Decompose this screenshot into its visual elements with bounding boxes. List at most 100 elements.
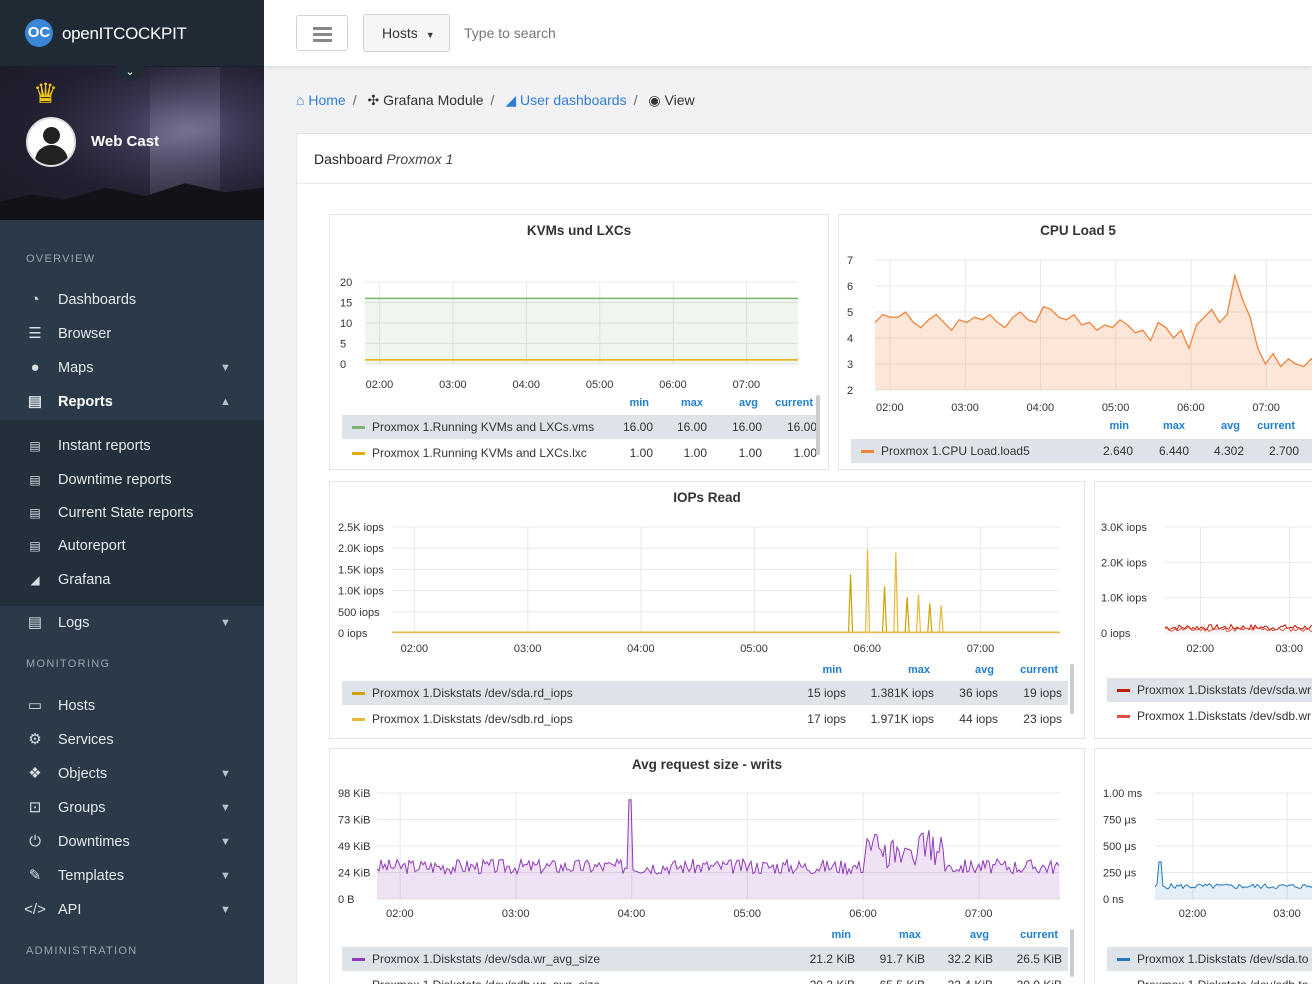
file-icon: ▤	[27, 614, 43, 631]
chart-panel[interactable]: CPU Load 5 7 6 5 4 3 2 02:00 03:00 04:00 05:00 06:0…	[838, 214, 1312, 470]
sidebar-item-reports[interactable]: ▤ Reports ▲	[0, 385, 264, 419]
panel-title: Dashboard Proxmox 1	[297, 134, 1312, 184]
y-tick-label: 6	[847, 281, 853, 293]
sidebar-item-objects[interactable]: ❖ Objects ▼	[0, 757, 264, 791]
breadcrumb-separator: /	[490, 92, 495, 108]
sidebar-item-instant-reports[interactable]: ▤ Instant reports	[0, 429, 264, 463]
file-icon: ▤	[27, 393, 43, 410]
sidebar-item-label: Grafana	[58, 572, 111, 588]
legend-header-avg[interactable]: avg	[970, 929, 989, 941]
legend-row[interactable]: Proxmox 1.Running KVMs and LXCs.vms 16.00…	[342, 415, 818, 439]
file-icon: ▤	[29, 506, 41, 520]
legend-scrollbar[interactable]	[816, 395, 820, 455]
legend-row[interactable]: Proxmox 1.Diskstats /dev/sdb.rd_iops 17 i…	[342, 707, 1068, 731]
user-name[interactable]: Web Cast	[91, 133, 159, 150]
breadcrumb-grafana-label: Grafana Module	[383, 92, 484, 108]
legend-value-max: 1.00	[683, 446, 707, 460]
legend-scrollbar[interactable]	[1070, 664, 1074, 714]
sidebar-item-browser[interactable]: ☰ Browser	[0, 317, 264, 351]
legend-header-current[interactable]: current	[1020, 929, 1058, 941]
legend-header-current[interactable]: current	[1020, 664, 1058, 676]
legend-header-max[interactable]: max	[1163, 420, 1185, 432]
sidebar-item-label: Downtime reports	[58, 472, 172, 488]
list-icon: ☰	[28, 325, 42, 342]
sidebar-item-services[interactable]: ⚙ Services	[0, 723, 264, 757]
legend-header-avg[interactable]: avg	[1221, 420, 1240, 432]
legend-header-min[interactable]: min	[822, 664, 842, 676]
panel-title-label: Dashboard	[314, 151, 383, 167]
sidebar-item-dashboards[interactable]: ◔ Dashboards	[0, 283, 264, 317]
legend-value-min: 15 iops	[807, 686, 846, 700]
sidebar-item-autoreport[interactable]: ▤ Autoreport	[0, 529, 264, 563]
legend-row[interactable]: Proxmox 1.CPU Load.load5 2.640 6.440 4.302 2…	[851, 439, 1312, 463]
legend-header-min[interactable]: min	[629, 397, 649, 409]
sidebar-item-api[interactable]: </> API ▼	[0, 893, 264, 927]
legend-swatch	[352, 452, 365, 455]
sidebar-item-logs[interactable]: ▤ Logs ▼	[0, 606, 264, 640]
x-tick-label: 04:00	[512, 379, 540, 391]
y-tick-label: 3.0K iops	[1101, 522, 1147, 534]
chart-panel[interactable]: 1.00 ms 750 μs 500 μs 250 μs 0 ns 02:00 03:00 P…	[1094, 748, 1312, 984]
chart-panel[interactable]: IOPs Read 2.5K iops 2.0K iops 1.5K iops 1.0K…	[329, 481, 1085, 739]
chart-panel[interactable]: Avg request size - writs 98 KiB 73 KiB 49 K…	[329, 748, 1085, 984]
x-tick-label: 04:00	[627, 643, 655, 655]
breadcrumb-user-dashboards[interactable]: ◢ User dashboards	[505, 92, 626, 108]
y-tick-label: 0	[340, 359, 346, 371]
legend-row[interactable]: Proxmox 1.Diskstats /dev/sda.wr	[1107, 678, 1312, 702]
sidebar-item-label: Reports	[58, 394, 113, 410]
sidebar-item-downtimes[interactable]: ⏻ Downtimes ▼	[0, 825, 264, 859]
menu-toggle-button[interactable]	[296, 15, 348, 51]
sidebar-item-templates[interactable]: ✎ Templates ▼	[0, 859, 264, 893]
brand-bar[interactable]: OC openITCOCKPIT	[0, 0, 264, 67]
sidebar-item-label: Instant reports	[58, 438, 151, 454]
y-tick-label: 2	[847, 385, 853, 397]
search-input[interactable]	[454, 14, 754, 52]
chart-panel[interactable]: 3.0K iops 2.0K iops 1.0K iops 0 iops 02:00 03…	[1094, 481, 1312, 739]
x-tick-label: 06:00	[854, 643, 882, 655]
x-tick-label: 06:00	[659, 379, 687, 391]
legend-header-avg[interactable]: avg	[975, 664, 994, 676]
y-tick-label: 0 ns	[1103, 894, 1124, 906]
legend-scrollbar[interactable]	[1070, 929, 1074, 977]
legend-row[interactable]: Proxmox 1.Diskstats /dev/sdb.wr_avg_size…	[342, 973, 1068, 984]
sidebar-item-maps[interactable]: ● Maps ▼	[0, 351, 264, 385]
x-tick-label: 02:00	[1187, 643, 1215, 655]
legend-header-avg[interactable]: avg	[739, 397, 758, 409]
chevron-down-icon: ▼	[220, 904, 231, 916]
sidebar-item-grafana[interactable]: ◢ Grafana	[0, 563, 264, 597]
breadcrumb-view: ◉ View	[648, 92, 694, 108]
sidebar-item-groups[interactable]: ⊡ Groups ▼	[0, 791, 264, 825]
legend-header-max[interactable]: max	[681, 397, 703, 409]
profile-toggle-chevron-icon[interactable]: ⌄	[116, 61, 144, 81]
series-spike	[881, 586, 888, 633]
sidebar-item-current-state-reports[interactable]: ▤ Current State reports	[0, 496, 264, 530]
x-tick-label: 02:00	[1179, 908, 1207, 920]
x-tick-label: 07:00	[1252, 402, 1280, 414]
legend-value-min: 20.2 KiB	[810, 973, 855, 984]
legend-row[interactable]: Proxmox 1.Running KVMs and LXCs.lxc 1.00 1…	[342, 441, 818, 465]
chart-panel[interactable]: KVMs und LXCs 20 15 10 5 0 02:00 03:00 04:00 05:0…	[329, 214, 829, 470]
legend-row[interactable]: Proxmox 1.Diskstats /dev/sda.rd_iops 15 i…	[342, 681, 1068, 705]
object-group-icon: ⊡	[28, 799, 42, 816]
sidebar-item-hosts[interactable]: ▭ Hosts	[0, 689, 264, 723]
legend-row[interactable]: Proxmox 1.Diskstats /dev/sdb.wr	[1107, 704, 1312, 728]
legend-header-min[interactable]: min	[831, 929, 851, 941]
legend-header-current[interactable]: current	[775, 397, 813, 409]
legend-value-avg: 4.302	[1213, 444, 1244, 458]
y-tick-label: 5	[847, 307, 853, 319]
legend-header-min[interactable]: min	[1109, 420, 1129, 432]
legend-row[interactable]: Proxmox 1.Diskstats /dev/sdb.to	[1107, 973, 1312, 984]
legend-swatch	[1117, 715, 1130, 718]
breadcrumb-home[interactable]: ⌂ Home	[296, 92, 346, 108]
search-scope-dropdown[interactable]: Hosts ▼	[363, 14, 450, 52]
legend-value-current: 2.700	[1268, 444, 1299, 458]
legend-row[interactable]: Proxmox 1.Diskstats /dev/sda.wr_avg_size…	[342, 947, 1068, 971]
avatar[interactable]	[26, 117, 76, 167]
y-tick-label: 3	[847, 359, 853, 371]
legend-header-current[interactable]: current	[1257, 420, 1295, 432]
sidebar-item-downtime-reports[interactable]: ▤ Downtime reports	[0, 463, 264, 497]
legend-header-max[interactable]: max	[899, 929, 921, 941]
legend-header-max[interactable]: max	[908, 664, 930, 676]
legend-row[interactable]: Proxmox 1.Diskstats /dev/sda.to	[1107, 947, 1312, 971]
legend-value-min: 17 iops	[807, 712, 846, 726]
